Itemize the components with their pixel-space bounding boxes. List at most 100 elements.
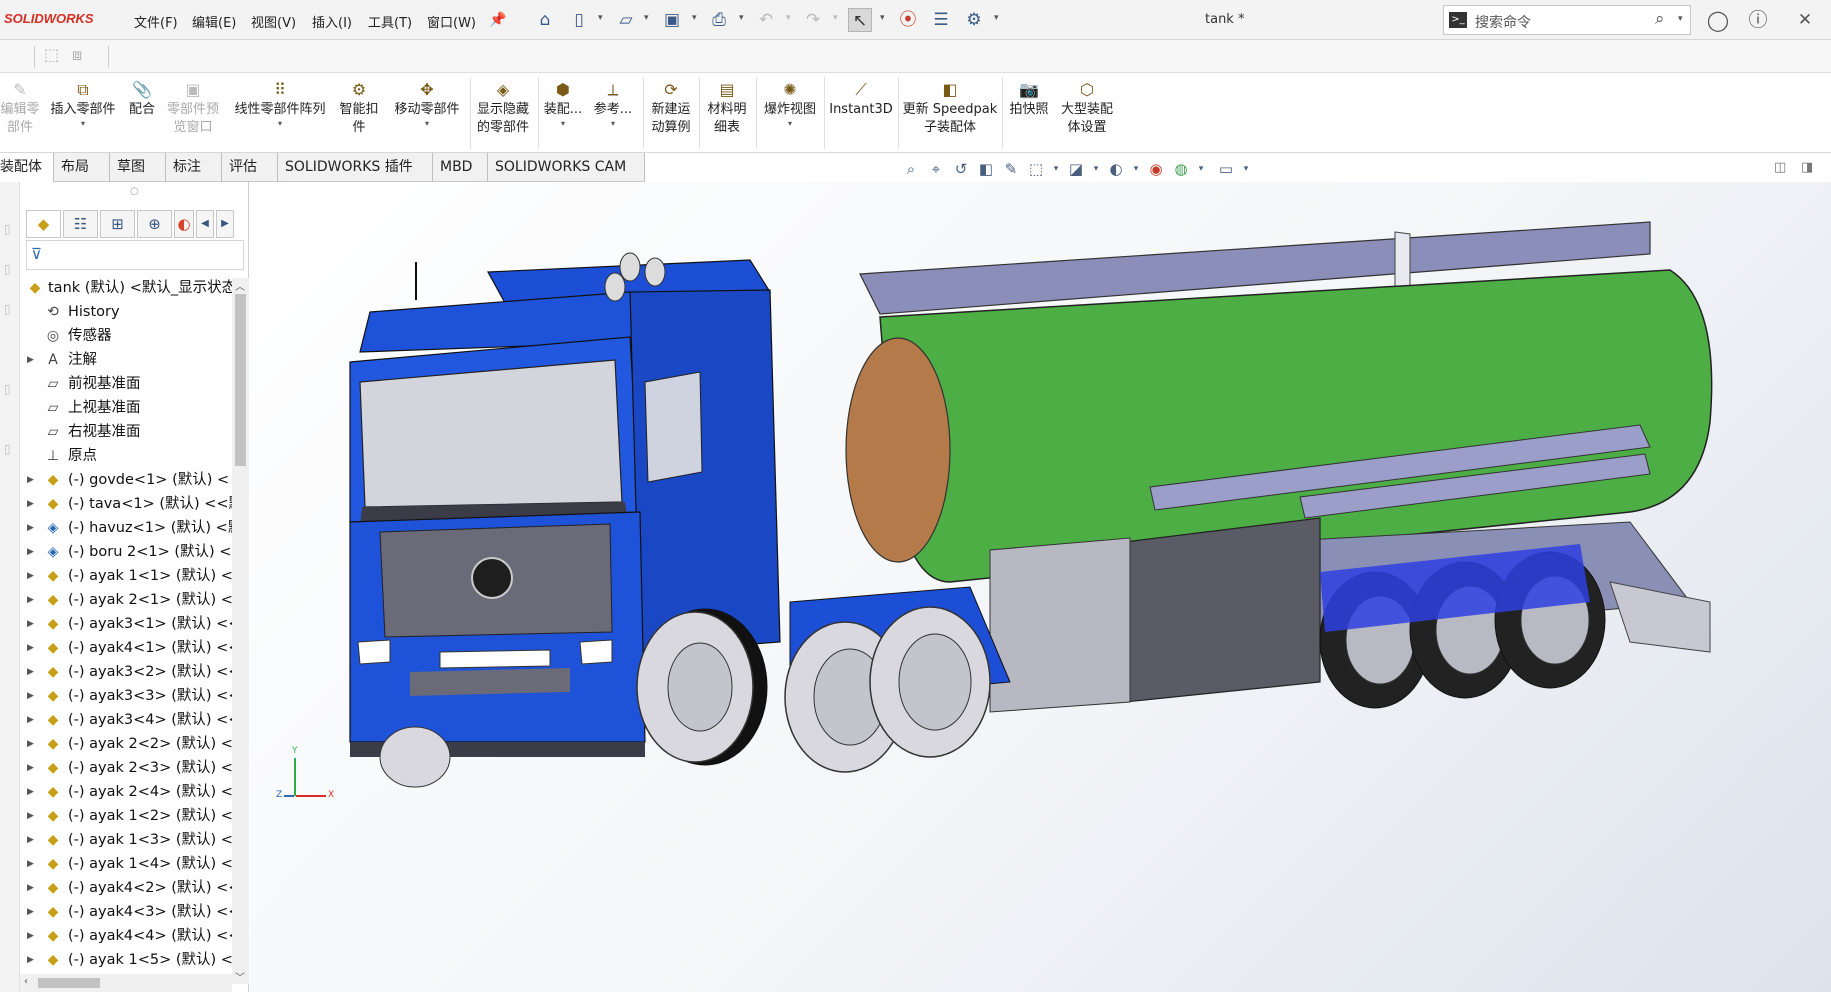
tree-item[interactable]: ▱ 前视基准面 xyxy=(20,372,232,396)
cmd-show-hidden-components[interactable]: ◈ 显示隐藏的零部件 xyxy=(472,73,534,151)
cmd-update-speedpak[interactable]: ◧ 更新 Speedpak 子装配体 xyxy=(900,73,1000,151)
chevron-down-icon[interactable]: ▾ xyxy=(1235,158,1257,180)
tree-item[interactable]: ▶ ◆ (-) ayak 1<5> (默认) < xyxy=(20,948,232,972)
collapsed-tool-icon[interactable]: ▯ xyxy=(4,442,11,456)
edit-appearance-icon[interactable]: ◉ xyxy=(1145,158,1167,180)
layout-tool-icon[interactable]: ⧈ xyxy=(72,45,82,65)
section-view-icon[interactable]: ◧ xyxy=(975,158,997,180)
tree-item[interactable]: ▶ ◆ (-) tava<1> (默认) <<默 xyxy=(20,492,232,516)
chevron-up-icon[interactable]: ︿ xyxy=(235,278,245,293)
cmd-new-motion-study[interactable]: ⟳ 新建运动算例 xyxy=(648,73,694,151)
cmd-edit-component[interactable]: ✎ 编辑零部件 xyxy=(0,73,40,151)
expand-arrow-icon[interactable]: ▶ xyxy=(27,636,34,660)
cmd-large-assembly-settings[interactable]: ⬡ 大型装配体设置 xyxy=(1056,73,1118,151)
configuration-manager-tab[interactable]: ⊞ xyxy=(100,210,135,238)
print-icon[interactable]: ⎙ xyxy=(707,8,731,32)
chevron-down-icon[interactable]: ▾ xyxy=(1045,158,1067,180)
expand-arrow-icon[interactable]: ▶ xyxy=(27,516,34,540)
menu-view[interactable]: 视图(V) xyxy=(251,12,296,31)
tree-item[interactable]: ▶ ◆ (-) ayak 2<4> (默认) < xyxy=(20,780,232,804)
open-folder-icon[interactable]: ▱ xyxy=(614,8,638,32)
expand-arrow-icon[interactable]: ▶ xyxy=(27,876,34,900)
expand-arrow-icon[interactable]: ▶ xyxy=(27,708,34,732)
user-account-icon[interactable]: ◯ xyxy=(1706,8,1730,32)
expand-arrow-icon[interactable]: ▶ xyxy=(27,924,34,948)
zoom-to-fit-icon[interactable]: ⌕ xyxy=(900,158,922,180)
menu-edit[interactable]: 编辑(E) xyxy=(192,12,236,31)
expand-arrow-icon[interactable]: ▶ xyxy=(27,612,34,636)
tree-root-item[interactable]: ◆ tank (默认) <默认_显示状态 xyxy=(20,276,232,300)
menu-tools[interactable]: 工具(T) xyxy=(368,12,412,31)
apply-scene-icon[interactable]: ◍ xyxy=(1170,158,1192,180)
cmd-instant3d[interactable]: ⟋ Instant3D xyxy=(826,73,896,151)
expand-arrow-icon[interactable]: ▶ xyxy=(27,804,34,828)
tree-item[interactable]: ▶ ◆ (-) ayak4<1> (默认) << xyxy=(20,636,232,660)
feature-manager-tab[interactable]: ◆ xyxy=(26,210,61,238)
maximize-viewport-icon[interactable]: ◨ xyxy=(1801,160,1813,175)
close-icon[interactable]: ✕ xyxy=(1793,8,1817,32)
options-gear-icon[interactable]: ⚙ xyxy=(962,8,986,32)
chevron-down-icon[interactable]: ▾ xyxy=(644,13,649,23)
expand-arrow-icon[interactable]: ▶ xyxy=(27,348,34,372)
collapsed-tool-icon[interactable]: ▯ xyxy=(4,222,11,236)
dimxpert-manager-tab[interactable]: ⊕ xyxy=(137,210,172,238)
sketch-tool-icon[interactable]: ⬚ xyxy=(44,45,59,64)
cmd-snapshot[interactable]: 📷 拍快照 xyxy=(1004,73,1054,151)
display-style-icon[interactable]: ◪ xyxy=(1065,158,1087,180)
chevron-down-icon[interactable]: ▾ xyxy=(46,119,120,129)
chevron-down-icon[interactable]: ▾ xyxy=(1678,14,1683,24)
rebuild-traffic-light-icon[interactable]: ⦿ xyxy=(896,8,920,32)
tree-item[interactable]: ▶ ◆ (-) ayak4<3> (默认) << xyxy=(20,900,232,924)
expand-arrow-icon[interactable]: ▶ xyxy=(27,492,34,516)
tree-item[interactable]: ◎ 传感器 xyxy=(20,324,232,348)
property-manager-tab[interactable]: ☷ xyxy=(63,210,98,238)
chevron-down-icon[interactable]: ▾ xyxy=(1190,158,1212,180)
collapsed-tool-icon[interactable]: ▯ xyxy=(4,382,11,396)
cmd-mate[interactable]: 📎 配合 xyxy=(124,73,160,151)
tab-markup[interactable]: 标注 xyxy=(166,153,222,182)
tree-item[interactable]: ▶ ◆ (-) ayak 1<4> (默认) < xyxy=(20,852,232,876)
tree-item[interactable]: ▶ ◆ (-) ayak 2<2> (默认) < xyxy=(20,732,232,756)
tree-item[interactable]: ▶ ◆ (-) ayak3<4> (默认) << xyxy=(20,708,232,732)
expand-arrow-icon[interactable]: ▶ xyxy=(27,468,34,492)
cmd-linear-pattern[interactable]: ⠿ 线性零部件阵列 ▾ xyxy=(230,73,330,151)
tree-item[interactable]: ▶ ◆ (-) ayak4<2> (默认) << xyxy=(20,876,232,900)
search-input[interactable]: >_ 搜索命令 ⌕ ▾ xyxy=(1443,5,1691,35)
expand-arrow-icon[interactable]: ▶ xyxy=(27,828,34,852)
expand-arrow-icon[interactable]: ▶ xyxy=(27,684,34,708)
tab-solidworks-addins[interactable]: SOLIDWORKS 插件 xyxy=(278,153,433,182)
tree-item[interactable]: ▶ ◆ (-) ayak3<3> (默认) << xyxy=(20,684,232,708)
tree-item[interactable]: ▶ ◆ (-) govde<1> (默认) < xyxy=(20,468,232,492)
redo-icon[interactable]: ↷ xyxy=(801,8,825,32)
tree-item[interactable]: ▶ ◈ (-) havuz<1> (默认) <默 xyxy=(20,516,232,540)
expand-arrow-icon[interactable]: ▶ xyxy=(27,564,34,588)
tree-item[interactable]: ▶ ◆ (-) ayak3<2> (默认) << xyxy=(20,660,232,684)
expand-arrow-icon[interactable]: ▶ xyxy=(27,540,34,564)
tree-item[interactable]: ▶ ◆ (-) ayak3<1> (默认) << xyxy=(20,612,232,636)
expand-arrow-icon[interactable]: ▶ xyxy=(27,732,34,756)
tree-item[interactable]: ▶ ◆ (-) ayak 2<1> (默认) < xyxy=(20,588,232,612)
cmd-insert-components[interactable]: ⧉ 插入零部件 ▾ xyxy=(46,73,120,151)
chevron-down-icon[interactable]: ▾ xyxy=(692,13,697,23)
cmd-smart-fasteners[interactable]: ⚙ 智能扣件 xyxy=(336,73,382,151)
scroll-thumb[interactable] xyxy=(38,978,100,988)
pin-icon[interactable]: 📌 xyxy=(486,8,510,32)
chevron-down-icon[interactable]: ▾ xyxy=(390,119,464,129)
chevron-down-icon[interactable]: ▾ xyxy=(1085,158,1107,180)
previous-view-icon[interactable]: ↺ xyxy=(950,158,972,180)
save-icon[interactable]: ▣ xyxy=(660,8,684,32)
tree-item[interactable]: ▶ ◆ (-) ayak 1<2> (默认) < xyxy=(20,804,232,828)
search-icon[interactable]: ⌕ xyxy=(1655,9,1665,29)
tab-sketch[interactable]: 草图 xyxy=(110,153,166,182)
expand-arrow-icon[interactable]: ▶ xyxy=(27,852,34,876)
solidworks-logo[interactable]: SOLIDWORKS xyxy=(4,11,94,26)
collapse-panel-handle[interactable]: ○ xyxy=(130,186,139,197)
chevron-down-icon[interactable]: ▾ xyxy=(230,119,330,129)
cmd-bom[interactable]: ▤ 材料明细表 xyxy=(704,73,750,151)
tree-item[interactable]: ⊥ 原点 xyxy=(20,444,232,468)
chevron-down-icon[interactable]: ▾ xyxy=(786,13,791,23)
menu-insert[interactable]: 插入(I) xyxy=(312,12,352,31)
tree-item[interactable]: ▱ 上视基准面 xyxy=(20,396,232,420)
view-orientation-icon[interactable]: ⬚ xyxy=(1025,158,1047,180)
tanker-truck-model[interactable] xyxy=(250,182,1831,992)
